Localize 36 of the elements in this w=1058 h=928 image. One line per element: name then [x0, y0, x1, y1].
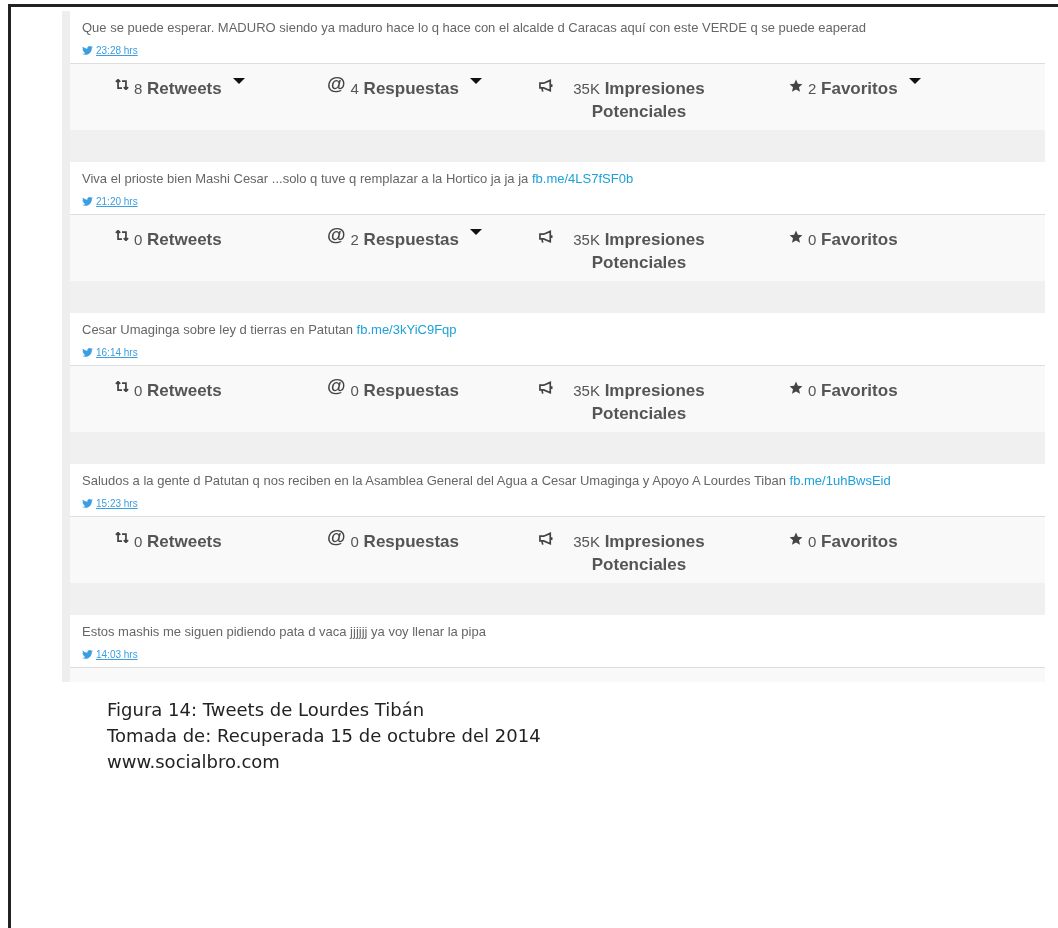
- stat-label: 2 Favoritos: [808, 78, 898, 100]
- stat-label: 0 Favoritos: [808, 229, 898, 251]
- tweet-text: Que se puede esperar. MADURO siendo ya maduro hace lo q hace con el alcalde d Caracas aquí con este VERDE q se puede eaperad: [82, 20, 868, 35]
- at-icon: @: [327, 526, 346, 548]
- stat-label: 0 Retweets: [134, 229, 222, 251]
- tweet-link[interactable]: fb.me/1uhBwsEid: [789, 473, 891, 488]
- tweet-link[interactable]: fb.me/4LS7fSF0b: [531, 171, 634, 186]
- stat-label: 35K Impresiones Potenciales: [572, 229, 706, 274]
- tweet-text: Cesar Umaginga sobre ley d tierras en Patutan fb.me/3kYiC9Fqp: [82, 322, 458, 337]
- stat-label: 0 Retweets: [134, 531, 222, 553]
- tweet-text: Estos mashis me siguen pidiendo pata d vaca jjjjjj ya voy llenar la pipa: [82, 624, 487, 639]
- tweet-time[interactable]: 21:20 hrs: [96, 196, 138, 207]
- stat-label: 8 Retweets: [134, 78, 222, 100]
- tweet-time[interactable]: 16:14 hrs: [96, 347, 138, 358]
- stat-label: 0 Favoritos: [808, 531, 898, 553]
- at-icon: @: [327, 224, 346, 246]
- stat-label: 4 Respuestas: [350, 78, 460, 100]
- stat-label: 0 Retweets: [134, 380, 222, 402]
- stat-label: 35K Impresiones Potenciales: [572, 380, 706, 425]
- tweet-time[interactable]: 14:03 hrs: [96, 649, 138, 660]
- stat-label: 35K Impresiones Potenciales: [572, 78, 706, 123]
- stat-label: 35K Impresiones Potenciales: [572, 531, 706, 576]
- at-icon: @: [327, 73, 346, 95]
- tweet-time[interactable]: 23:28 hrs: [96, 45, 138, 56]
- tweet-link[interactable]: fb.me/3kYiC9Fqp: [356, 322, 457, 337]
- caption-line: www.socialbro.com: [107, 750, 281, 774]
- caption-line: Figura 14: Tweets de Lourdes Tibán: [107, 698, 426, 722]
- tweet-text: Viva el prioste bien Mashi Cesar ...solo q tuve q remplazar a la Hortico ja ja ja fb.me/4LS7fSF0b: [82, 171, 635, 186]
- stat-label: 0 Respuestas: [350, 531, 460, 553]
- stat-label: 0 Respuestas: [350, 380, 460, 402]
- at-icon: @: [327, 375, 346, 397]
- stat-label: 2 Respuestas: [350, 229, 460, 251]
- caption-line: Tomada de: Recuperada 15 de octubre del 2014: [107, 724, 542, 748]
- tweet-time[interactable]: 15:23 hrs: [96, 498, 138, 509]
- tweet-text: Saludos a la gente d Patutan q nos reciben en la Asamblea General del Agua a Cesar Umaginga y Apoyo A Lourdes Tiban fb.me/1uhBwsEid: [82, 473, 892, 488]
- stat-label: 0 Favoritos: [808, 380, 898, 402]
